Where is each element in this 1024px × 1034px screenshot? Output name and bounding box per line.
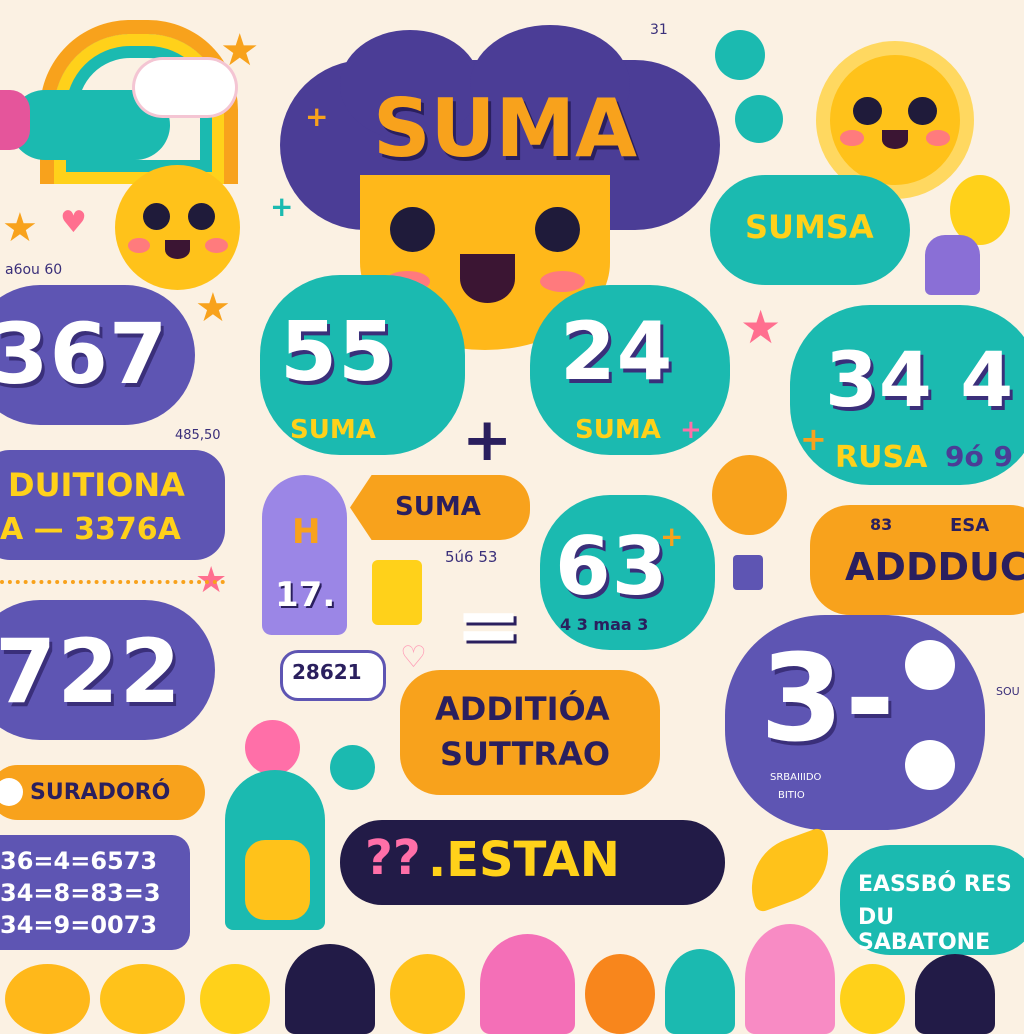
star-icon: ★ xyxy=(195,285,231,331)
equation-row: 34=9=0073 xyxy=(0,911,158,939)
pink-character-left xyxy=(0,90,30,150)
sparkle-icon: + xyxy=(270,190,294,223)
heart-icon: ♡ xyxy=(400,640,427,675)
heart-icon: ♥ xyxy=(60,205,87,240)
addition-line1: ADDITIÓA xyxy=(435,690,610,728)
bottom-right-line1: EASSBÓ RES xyxy=(858,872,1012,897)
estan-text: .ESTAN xyxy=(428,832,620,888)
cloud-3-number: 3 xyxy=(760,630,845,769)
cloud-3-small2: BITIO xyxy=(778,790,805,801)
cloud-24-label: SUMA xyxy=(575,415,661,445)
page-title: SUMA xyxy=(372,82,638,175)
white-dot xyxy=(905,640,955,690)
sparkle-icon: + xyxy=(680,415,702,445)
small-56: 5ú6 53 xyxy=(445,548,498,566)
side-text-right: SOU xyxy=(996,685,1020,698)
left-small-number: 485,50 xyxy=(175,428,221,443)
sparkle-icon: + xyxy=(800,420,827,458)
character-pink xyxy=(480,934,575,1034)
cloud-24-number: 24 xyxy=(560,305,674,398)
equations-list: 36=4=6573 34=8=83=3 34=9=0073 xyxy=(0,845,161,941)
teal-face xyxy=(735,95,783,143)
white-dot xyxy=(905,740,955,790)
addition-line2: SUTTRAO xyxy=(440,735,611,773)
equation-row: 34=8=83=3 xyxy=(0,879,161,907)
teal-balloon xyxy=(330,745,375,790)
cloud-63-number: 63 xyxy=(555,520,669,613)
pink-ball xyxy=(245,720,300,775)
adduc-main: ADDDUC xyxy=(845,545,1024,589)
adduc-top-right: ESA xyxy=(950,515,990,536)
equation-row: 36=4=6573 xyxy=(0,847,158,875)
small-top-left-text: a6ou 60 xyxy=(5,262,63,278)
equals-sign: = xyxy=(455,578,523,671)
sumsa-text: SUMSA xyxy=(745,208,874,246)
left-addition-line1: DUITIONA xyxy=(8,466,185,504)
teal-face xyxy=(715,30,765,80)
cloud-63-label: 4 3 maa 3 xyxy=(560,615,649,634)
cloud-34-number: 34 4 xyxy=(825,335,1015,424)
yellow-stack xyxy=(372,560,422,625)
sun-face-top-right xyxy=(830,55,960,185)
cloud-3-small1: SRBAIIIDO xyxy=(770,772,822,783)
star-icon: ★ xyxy=(220,25,260,76)
cloud-34-label: RUSA xyxy=(835,440,928,475)
balloon-basket xyxy=(733,555,763,590)
box-28621-text: 28621 xyxy=(292,660,362,684)
purple-house xyxy=(925,235,980,295)
left-big-number-2: 722 xyxy=(0,620,182,723)
balloon-character xyxy=(712,455,787,535)
left-big-number: 367 xyxy=(0,305,169,403)
sparkle-icon: + xyxy=(305,100,329,133)
sparkle-icon: + xyxy=(660,520,684,553)
plus-sign: + xyxy=(462,405,513,475)
character-fox xyxy=(585,954,655,1034)
star-icon: ★ xyxy=(2,205,38,251)
character-bunny xyxy=(745,924,835,1034)
estan-glyph: ?? xyxy=(365,830,421,886)
cloud-3-glyph: - xyxy=(845,630,896,769)
wavy-line xyxy=(0,570,225,584)
character-girl xyxy=(285,944,375,1034)
yellow-body xyxy=(245,840,310,920)
character-chick xyxy=(390,954,465,1034)
character-teal xyxy=(665,949,735,1034)
cloud-34-extra: 9ó 9 xyxy=(945,440,1013,473)
character-girl-2 xyxy=(915,954,995,1034)
adduc-top-left: 83 xyxy=(870,515,893,534)
left-addition-line2: A — 3376A xyxy=(0,512,181,547)
cloud-55-number: 55 xyxy=(280,305,397,400)
star-icon: ★ xyxy=(740,300,782,354)
sun-face-small xyxy=(115,165,240,290)
sumadoro-text: SURADORÓ xyxy=(30,780,171,805)
addition-bubble xyxy=(400,670,660,795)
suma-arrow-text: SUMA xyxy=(395,492,481,522)
cloud-55-label: SUMA xyxy=(290,415,376,445)
h-tag-letter: H xyxy=(292,512,321,552)
h-tag-number: 17. xyxy=(275,575,336,615)
bottom-right-line2: DU SABATONE xyxy=(858,905,991,955)
yellow-leaf xyxy=(737,826,843,914)
tiny-top-text: 31 xyxy=(650,22,668,38)
